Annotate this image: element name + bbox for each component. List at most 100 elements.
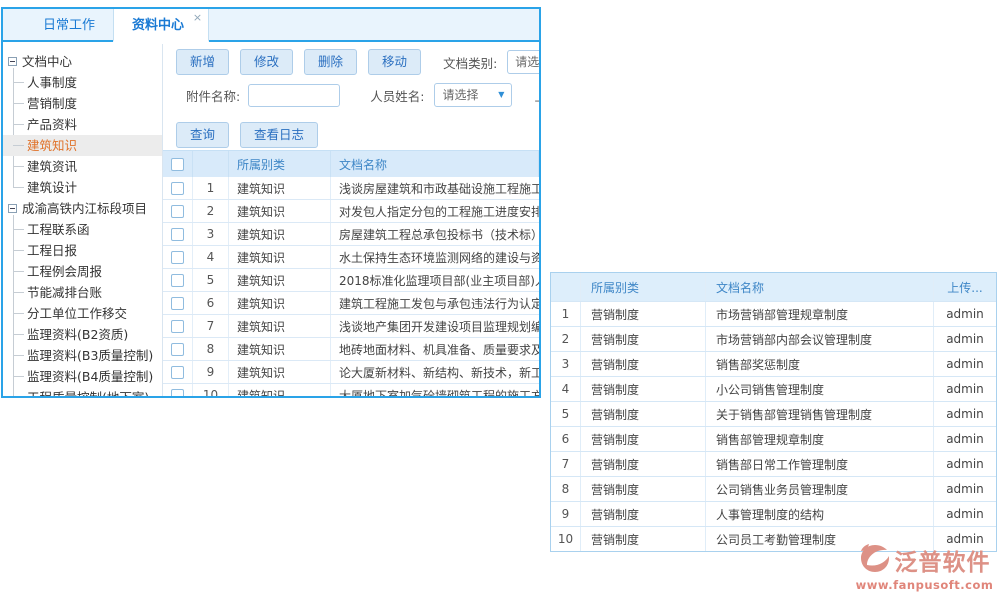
row-checkbox[interactable] bbox=[171, 274, 184, 287]
table-row[interactable]: 6营销制度销售部管理规章制度admin bbox=[551, 426, 996, 451]
tree-item[interactable]: 工程联系函 bbox=[3, 219, 162, 240]
tree-item[interactable]: 建筑知识 bbox=[3, 135, 162, 156]
table-row[interactable]: 2营销制度市场营销部内部会议管理制度admin bbox=[551, 326, 996, 351]
tree-item[interactable]: 人事制度 bbox=[3, 72, 162, 93]
row-checkbox[interactable] bbox=[171, 343, 184, 356]
row-name-cell: 市场营销部管理规章制度 bbox=[706, 302, 934, 326]
row-num-cell: 8 bbox=[193, 338, 229, 360]
query-button[interactable]: 查询 bbox=[176, 122, 229, 148]
tree-item[interactable]: 监理资料(B4质量控制) bbox=[3, 366, 162, 387]
row-name-cell: 关于销售部管理销售管理制度 bbox=[706, 402, 934, 426]
tree-item[interactable]: 监理资料(B3质量控制) bbox=[3, 345, 162, 366]
delete-button[interactable]: 删除 bbox=[304, 49, 357, 75]
tree-item[interactable]: 工程例会周报 bbox=[3, 261, 162, 282]
tree-item[interactable]: 产品资料 bbox=[3, 114, 162, 135]
table-row[interactable]: 3建筑知识房屋建筑工程总承包投标书（技术标）... bbox=[163, 223, 539, 246]
select-all-checkbox[interactable] bbox=[171, 158, 184, 171]
table-row[interactable]: 7营销制度销售部日常工作管理制度admin bbox=[551, 451, 996, 476]
row-checkbox[interactable] bbox=[171, 389, 184, 397]
doc-category-select[interactable]: 请选择 ▼ bbox=[507, 50, 539, 74]
table-row[interactable]: 3营销制度销售部奖惩制度admin bbox=[551, 351, 996, 376]
move-button[interactable]: 移动 bbox=[368, 49, 421, 75]
row-uploader-cell: admin bbox=[934, 452, 996, 476]
tree-item[interactable]: 营销制度 bbox=[3, 93, 162, 114]
table-row[interactable]: 10建筑知识大厦地下室加气砼墙砌筑工程的施工方... bbox=[163, 384, 539, 396]
row-name-cell: 销售部管理规章制度 bbox=[706, 427, 934, 451]
table-row[interactable]: 8营销制度公司销售业务员管理制度admin bbox=[551, 476, 996, 501]
tree-item[interactable]: 监理资料(B2资质) bbox=[3, 324, 162, 345]
tree-item[interactable]: 工程质量控制(地下室) bbox=[3, 387, 162, 396]
tree-item[interactable]: 工程日报 bbox=[3, 240, 162, 261]
doc-category-label: 文档类别: bbox=[443, 53, 497, 72]
view-log-button[interactable]: 查看日志 bbox=[240, 122, 318, 148]
row-uploader-cell: admin bbox=[934, 502, 996, 526]
table-row[interactable]: 5建筑知识2018标准化监理项目部(业主项目部)人员... bbox=[163, 269, 539, 292]
table-row[interactable]: 4建筑知识水土保持生态环境监测网络的建设与资... bbox=[163, 246, 539, 269]
row-checkbox[interactable] bbox=[171, 205, 184, 218]
header-uploader-cell: 上传... bbox=[934, 273, 996, 301]
row-category-cell: 建筑知识 bbox=[229, 200, 331, 222]
row-num-cell: 9 bbox=[193, 361, 229, 383]
row-num-cell: 4 bbox=[551, 377, 581, 401]
row-category-cell: 营销制度 bbox=[581, 452, 706, 476]
tree-root-item[interactable]: 成渝高铁内江标段项目 bbox=[3, 198, 162, 219]
row-check-cell bbox=[163, 292, 193, 314]
table-row[interactable]: 8建筑知识地砖地面材料、机具准备、质量要求及... bbox=[163, 338, 539, 361]
row-name-cell: 论大厦新材料、新结构、新技术，新工... bbox=[331, 361, 539, 383]
right-table-header: 所属别类 文档名称 上传... bbox=[551, 273, 996, 301]
row-name-cell: 大厦地下室加气砼墙砌筑工程的施工方... bbox=[331, 384, 539, 396]
tree-item[interactable]: 建筑资讯 bbox=[3, 156, 162, 177]
table-row[interactable]: 4营销制度小公司销售管理制度admin bbox=[551, 376, 996, 401]
table-row[interactable]: 9建筑知识论大厦新材料、新结构、新技术，新工... bbox=[163, 361, 539, 384]
row-check-cell bbox=[163, 384, 193, 396]
tree-children: 工程联系函工程日报工程例会周报节能减排台账分工单位工作移交监理资料(B2资质)监… bbox=[3, 219, 162, 396]
row-name-cell: 对发包人指定分包的工程施工进度安排... bbox=[331, 200, 539, 222]
row-uploader-cell: admin bbox=[934, 402, 996, 426]
row-checkbox[interactable] bbox=[171, 182, 184, 195]
row-category-cell: 建筑知识 bbox=[229, 384, 331, 396]
row-checkbox[interactable] bbox=[171, 320, 184, 333]
modify-button[interactable]: 修改 bbox=[240, 49, 293, 75]
row-checkbox[interactable] bbox=[171, 251, 184, 264]
doc-category-value: 请选择 bbox=[515, 51, 539, 73]
row-checkbox[interactable] bbox=[171, 228, 184, 241]
table-row[interactable]: 6建筑知识建筑工程施工发包与承包违法行为认定... bbox=[163, 292, 539, 315]
collapse-icon[interactable] bbox=[8, 57, 17, 66]
screen: 日常工作 资料中心 × 文档中心人事制度营销制度产品资料建筑知识建筑资讯建筑设计… bbox=[0, 0, 1000, 600]
attachment-name-input[interactable] bbox=[248, 84, 340, 107]
add-button[interactable]: 新增 bbox=[176, 49, 229, 75]
table-row[interactable]: 1建筑知识浅谈房屋建筑和市政基础设施工程施工... bbox=[163, 177, 539, 200]
tree-item[interactable]: 节能减排台账 bbox=[3, 282, 162, 303]
row-checkbox[interactable] bbox=[171, 297, 184, 310]
row-check-cell bbox=[163, 177, 193, 199]
tree-item[interactable]: 建筑设计 bbox=[3, 177, 162, 198]
row-checkbox[interactable] bbox=[171, 366, 184, 379]
row-uploader-cell: admin bbox=[934, 377, 996, 401]
row-category-cell: 营销制度 bbox=[581, 352, 706, 376]
table-row[interactable]: 7建筑知识浅谈地产集团开发建设项目监理规划编... bbox=[163, 315, 539, 338]
row-category-cell: 营销制度 bbox=[581, 527, 706, 551]
row-name-cell: 人事管理制度的结构 bbox=[706, 502, 934, 526]
table-row[interactable]: 9营销制度人事管理制度的结构admin bbox=[551, 501, 996, 526]
row-name-cell: 地砖地面材料、机具准备、质量要求及... bbox=[331, 338, 539, 360]
header-category-cell: 所属别类 bbox=[229, 151, 331, 177]
row-num-cell: 10 bbox=[193, 384, 229, 396]
close-icon[interactable]: × bbox=[193, 12, 202, 23]
table-row[interactable]: 1营销制度市场营销部管理规章制度admin bbox=[551, 301, 996, 326]
row-num-cell: 6 bbox=[551, 427, 581, 451]
table-row[interactable]: 2建筑知识对发包人指定分包的工程施工进度安排... bbox=[163, 200, 539, 223]
row-check-cell bbox=[163, 315, 193, 337]
tab-data-center[interactable]: 资料中心 × bbox=[113, 9, 209, 42]
left-docs-table: 所属别类 文档名称 1建筑知识浅谈房屋建筑和市政基础设施工程施工...2建筑知识… bbox=[163, 150, 539, 396]
row-category-cell: 建筑知识 bbox=[229, 223, 331, 245]
tree-item[interactable]: 分工单位工作移交 bbox=[3, 303, 162, 324]
collapse-icon[interactable] bbox=[8, 204, 17, 213]
tree-root-item[interactable]: 文档中心 bbox=[3, 51, 162, 72]
table-row[interactable]: 5营销制度关于销售部管理销售管理制度admin bbox=[551, 401, 996, 426]
tab-daily-work[interactable]: 日常工作 bbox=[25, 9, 113, 40]
header-num-cell bbox=[193, 151, 229, 177]
person-name-select[interactable]: 请选择 ▼ bbox=[434, 83, 512, 107]
row-num-cell: 3 bbox=[193, 223, 229, 245]
header-name-cell: 文档名称 bbox=[331, 151, 539, 177]
row-name-cell: 2018标准化监理项目部(业主项目部)人员... bbox=[331, 269, 539, 291]
